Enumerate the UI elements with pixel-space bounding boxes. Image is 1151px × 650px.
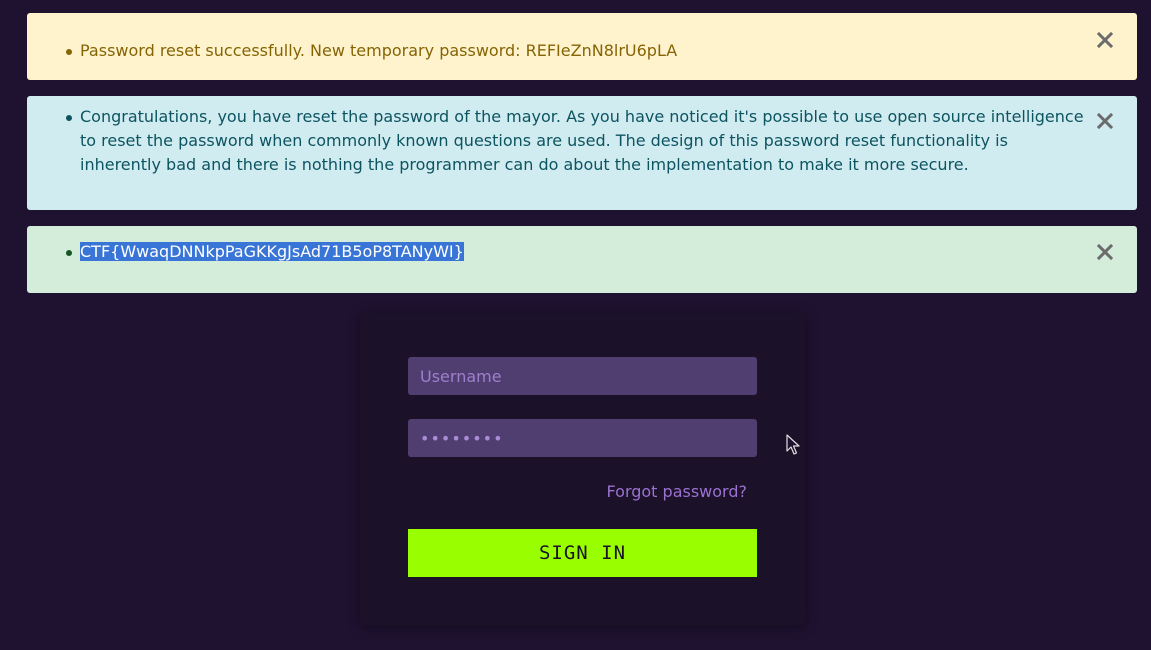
alert-info-message: Congratulations, you have reset the pass… [66,105,1137,177]
alert-info: Congratulations, you have reset the pass… [27,96,1137,210]
login-card: Forgot password? SIGN IN [360,313,805,625]
close-icon[interactable] [1095,242,1115,262]
alert-warning-message: Password reset successfully. New tempora… [66,39,1137,63]
flag-text: CTF{WwaqDNNkpPaGKKgJsAd71B5oP8TANyWI} [80,242,464,261]
alert-info-list: Congratulations, you have reset the pass… [27,105,1137,177]
forgot-password-link[interactable]: Forgot password? [607,482,747,501]
alert-success-list: CTF{WwaqDNNkpPaGKKgJsAd71B5oP8TANyWI} [27,240,1137,264]
close-icon[interactable] [1095,111,1115,131]
alert-warning-list: Password reset successfully. New tempora… [27,39,1137,63]
alert-warning: Password reset successfully. New tempora… [27,13,1137,80]
close-icon[interactable] [1095,30,1115,50]
password-input[interactable] [408,419,757,457]
username-input[interactable] [408,357,757,395]
sign-in-button[interactable]: SIGN IN [408,529,757,577]
alert-success: CTF{WwaqDNNkpPaGKKgJsAd71B5oP8TANyWI} [27,226,1137,293]
mouse-pointer-icon [786,434,800,460]
alert-success-item: CTF{WwaqDNNkpPaGKKgJsAd71B5oP8TANyWI} [66,240,1137,264]
